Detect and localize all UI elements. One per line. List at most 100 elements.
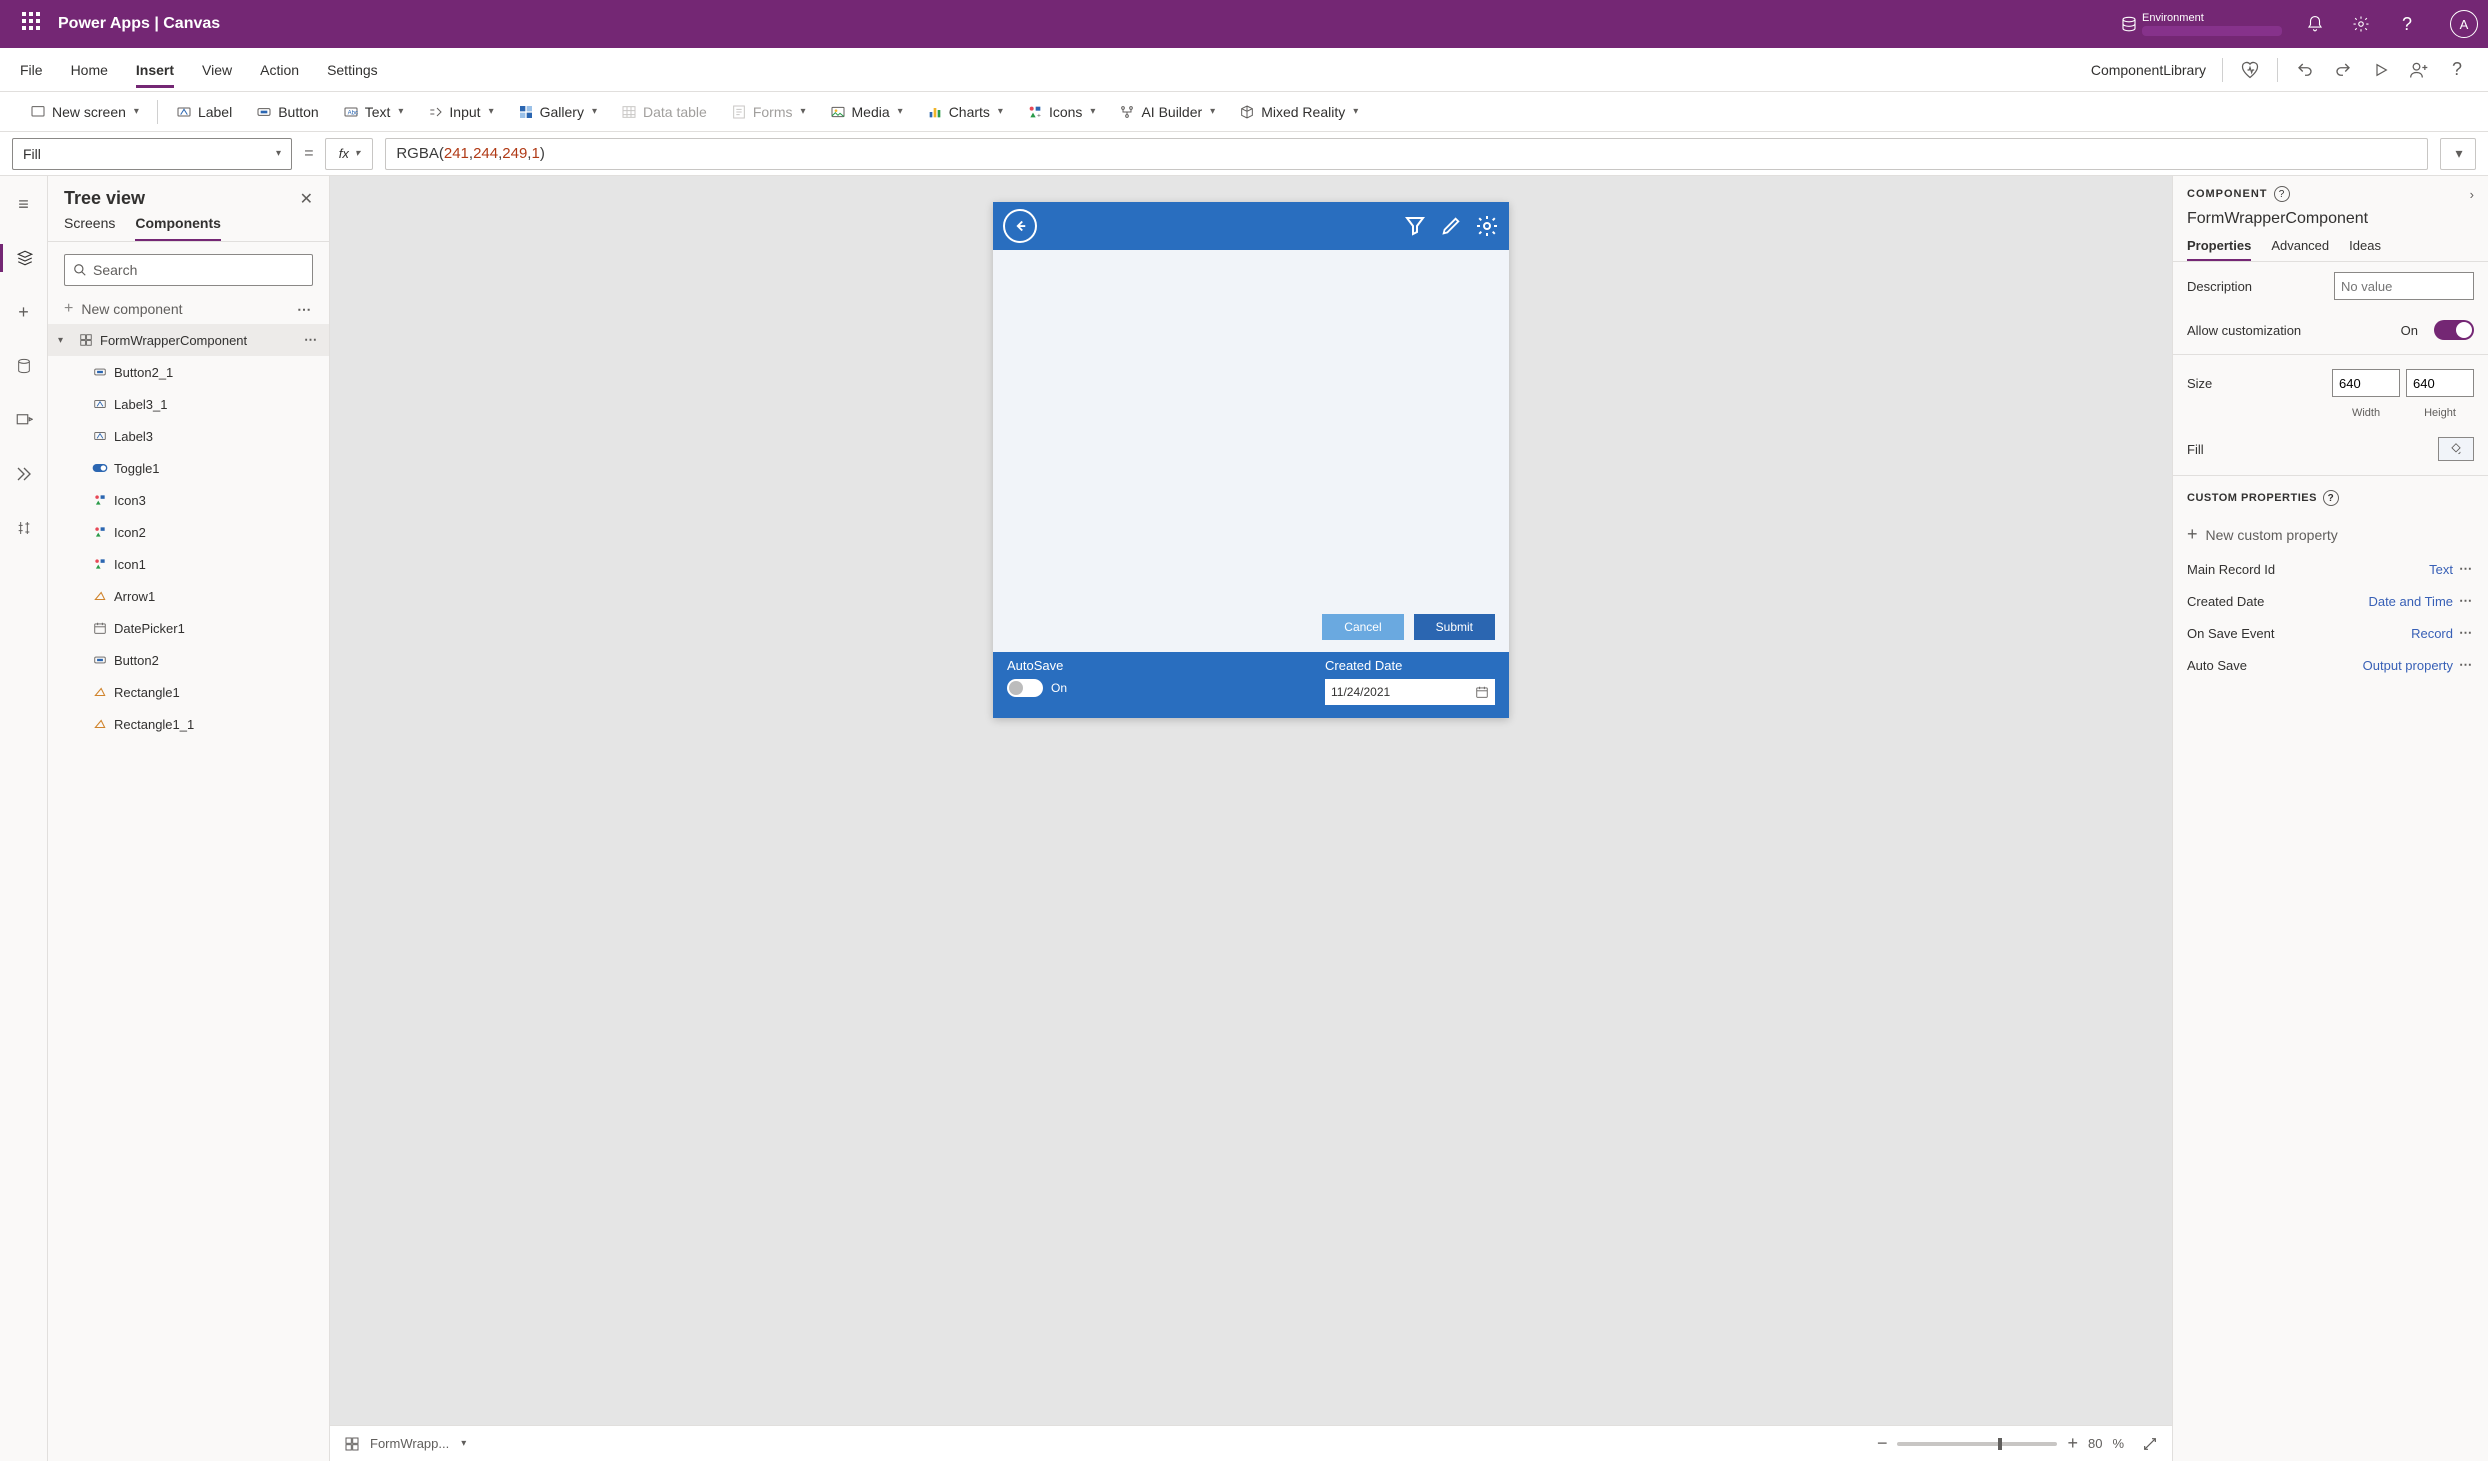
tab-screens[interactable]: Screens [64,215,115,241]
expand-formula-icon[interactable]: ▾ [2440,138,2476,170]
media-button[interactable]: Media▾ [820,100,913,124]
back-icon[interactable] [1003,209,1037,243]
new-component-more-icon[interactable]: ⋯ [297,301,313,318]
tree-item[interactable]: Toggle1 [48,452,329,484]
power-automate-icon[interactable] [10,460,38,488]
new-custom-property-link[interactable]: New custom property [2206,527,2338,543]
button-button[interactable]: Button [246,100,328,124]
component-canvas[interactable]: Cancel Submit AutoSave On Created Date [993,202,1509,718]
selected-element-name[interactable]: FormWrapp... [370,1436,449,1451]
props-tab-properties[interactable]: Properties [2187,238,2251,261]
notifications-icon[interactable] [2302,11,2328,37]
filter-icon[interactable] [1403,214,1427,238]
date-picker[interactable]: 11/24/2021 [1325,679,1495,705]
tree-item[interactable]: Label3 [48,420,329,452]
autosave-toggle[interactable] [1007,679,1043,697]
gallery-button[interactable]: Gallery▾ [508,100,607,124]
more-icon[interactable]: ⋯ [2459,625,2474,641]
props-tab-advanced[interactable]: Advanced [2271,238,2329,261]
formula-input[interactable]: RGBA(241, 244, 249, 1) [385,138,2428,170]
data-icon[interactable] [10,352,38,380]
charts-button[interactable]: Charts▾ [917,100,1013,124]
tree-item[interactable]: Rectangle1 [48,676,329,708]
app-launcher-icon[interactable] [22,12,46,36]
undo-icon[interactable] [2294,59,2316,81]
ai-builder-button[interactable]: AI Builder▾ [1109,100,1225,124]
user-avatar[interactable]: A [2450,10,2478,38]
tree-item[interactable]: Icon1 [48,548,329,580]
redo-icon[interactable] [2332,59,2354,81]
allow-custom-toggle[interactable] [2434,320,2474,340]
plus-icon[interactable]: + [64,300,73,318]
tree-item[interactable]: Button2 [48,644,329,676]
menu-action[interactable]: Action [260,62,299,78]
selector-chevron-icon[interactable]: ▾ [461,1438,466,1449]
hamburger-icon[interactable]: ≡ [10,190,38,218]
property-selector[interactable]: Fill ▾ [12,138,292,170]
help-circle-icon[interactable]: ? [2274,186,2290,202]
tree-item[interactable]: Rectangle1_1 [48,708,329,740]
component-library-link[interactable]: ComponentLibrary [2091,62,2206,78]
new-screen-button[interactable]: New screen▾ [20,100,149,124]
label-button[interactable]: Label [166,100,242,124]
fill-swatch[interactable] [2438,437,2474,461]
play-icon[interactable] [2370,59,2392,81]
tree-item[interactable]: Icon2 [48,516,329,548]
tree-item[interactable]: DatePicker1 [48,612,329,644]
insert-pane-icon[interactable]: + [10,298,38,326]
custom-property-row[interactable]: Main Record IdText⋯ [2173,553,2488,585]
more-icon[interactable]: ⋯ [2459,561,2474,577]
zoom-in-button[interactable]: + [2067,1433,2078,1454]
width-input[interactable] [2332,369,2400,397]
props-tab-ideas[interactable]: Ideas [2349,238,2381,261]
media-pane-icon[interactable] [10,406,38,434]
help-circle-icon-2[interactable]: ? [2323,490,2339,506]
share-icon[interactable] [2408,59,2430,81]
environment-selector[interactable]: Environment [2142,12,2282,36]
health-check-icon[interactable] [2239,59,2261,81]
custom-property-row[interactable]: Auto SaveOutput property⋯ [2173,649,2488,681]
description-input[interactable] [2334,272,2474,300]
menu-settings[interactable]: Settings [327,62,378,78]
mixed-reality-button[interactable]: Mixed Reality▾ [1229,100,1368,124]
menu-insert[interactable]: Insert [136,62,174,88]
height-input[interactable] [2406,369,2474,397]
chevron-right-icon[interactable]: › [2470,187,2474,202]
tree-root-more-icon[interactable]: ⋯ [304,332,319,348]
chevron-down-icon[interactable]: ▾ [58,335,72,346]
environment-icon[interactable] [2116,11,2142,37]
advanced-tools-icon[interactable] [10,514,38,542]
help-icon[interactable]: ? [2394,11,2420,37]
zoom-slider[interactable] [1897,1442,2057,1446]
tree-item[interactable]: Button2_1 [48,356,329,388]
menu-view[interactable]: View [202,62,232,78]
tree-item[interactable]: Icon3 [48,484,329,516]
text-button[interactable]: Abc Text▾ [333,100,414,124]
submit-button[interactable]: Submit [1414,614,1495,640]
menu-home[interactable]: Home [71,62,108,78]
tab-components[interactable]: Components [135,215,221,241]
custom-property-row[interactable]: Created DateDate and Time⋯ [2173,585,2488,617]
new-component-link[interactable]: New component [81,301,182,317]
zoom-out-button[interactable]: − [1877,1433,1888,1454]
tree-item[interactable]: Label3_1 [48,388,329,420]
plus-icon-2[interactable]: + [2187,524,2198,545]
tree-search-input[interactable]: Search [64,254,313,286]
tree-item[interactable]: Arrow1 [48,580,329,612]
icons-button[interactable]: + Icons▾ [1017,100,1106,124]
fx-button[interactable]: fx▾ [325,138,373,170]
fit-to-screen-icon[interactable] [2142,1436,2158,1452]
edit-icon[interactable] [1439,214,1463,238]
close-panel-icon[interactable]: ✕ [300,189,313,209]
cancel-button[interactable]: Cancel [1322,614,1403,640]
more-icon[interactable]: ⋯ [2459,593,2474,609]
menu-file[interactable]: File [20,62,43,78]
settings-icon[interactable] [2348,11,2374,37]
tree-view-icon[interactable] [0,244,48,272]
tree-root-item[interactable]: ▾ FormWrapperComponent ⋯ [48,324,329,356]
custom-property-row[interactable]: On Save EventRecord⋯ [2173,617,2488,649]
help-icon-bar[interactable]: ? [2446,59,2468,81]
input-button[interactable]: Input▾ [417,100,503,124]
gear-icon[interactable] [1475,214,1499,238]
more-icon[interactable]: ⋯ [2459,657,2474,673]
